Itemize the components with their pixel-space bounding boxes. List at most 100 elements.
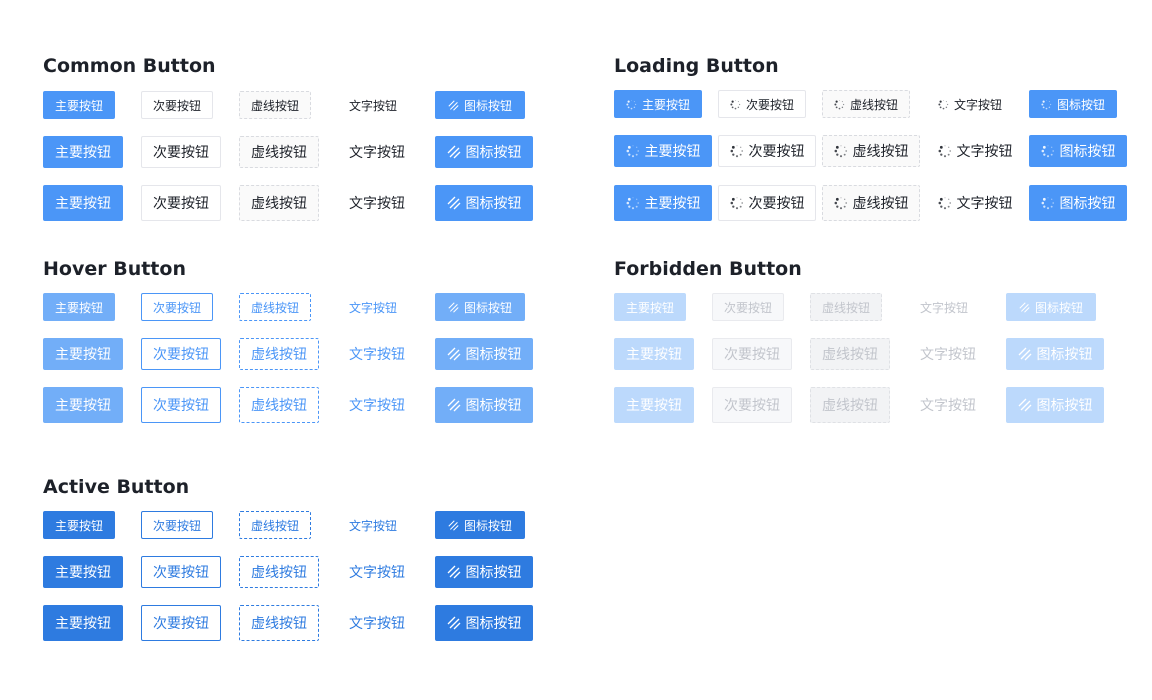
button-label: 文字按钮	[348, 518, 397, 533]
button-label: 文字按钮	[349, 196, 405, 212]
button-label: 次要按钮	[152, 518, 201, 533]
button-label: 文字按钮	[920, 398, 976, 414]
hover-text-button-m[interactable]: 文字按钮	[337, 338, 417, 370]
hover-secondary-button-s[interactable]: 次要按钮	[141, 293, 213, 321]
forbidden-secondary-button-l[interactable]: 次要按钮	[712, 387, 792, 423]
button-label: 文字按钮	[920, 347, 976, 363]
loading-icon-button-l[interactable]: 图标按钮	[1029, 185, 1127, 221]
forbidden-dashed-button-m[interactable]: 虚线按钮	[810, 338, 890, 370]
hover-icon-button-m[interactable]: 图标按钮	[435, 338, 533, 370]
hover-icon-button-s[interactable]: 图标按钮	[435, 293, 525, 321]
common-secondary-button-s[interactable]: 次要按钮	[141, 91, 213, 119]
forbidden-icon-button-m[interactable]: 图标按钮	[1006, 338, 1104, 370]
common-dashed-button-s[interactable]: 虚线按钮	[239, 91, 311, 119]
hover-primary-button-m[interactable]: 主要按钮	[43, 338, 123, 370]
hover-secondary-button-l[interactable]: 次要按钮	[141, 387, 221, 423]
active-icon-button-s[interactable]: 图标按钮	[435, 511, 525, 539]
forbidden-primary-button-m[interactable]: 主要按钮	[614, 338, 694, 370]
common-icon-button-l[interactable]: 图标按钮	[435, 185, 533, 221]
stripes-icon	[447, 145, 461, 159]
button-label: 文字按钮	[348, 98, 397, 113]
forbidden-primary-button-l[interactable]: 主要按钮	[614, 387, 694, 423]
active-dashed-button-l[interactable]: 虚线按钮	[239, 605, 319, 641]
active-dashed-button-s[interactable]: 虚线按钮	[239, 511, 311, 539]
common-text-button-s[interactable]: 文字按钮	[337, 91, 409, 119]
hover-icon-button-l[interactable]: 图标按钮	[435, 387, 533, 423]
forbidden-icon-button-l[interactable]: 图标按钮	[1006, 387, 1104, 423]
common-dashed-button-l[interactable]: 虚线按钮	[239, 185, 319, 221]
hover-primary-button-s[interactable]: 主要按钮	[43, 293, 115, 321]
loading-text-button-l[interactable]: 文字按钮	[926, 185, 1024, 221]
forbidden-primary-button-s[interactable]: 主要按钮	[614, 293, 686, 321]
common-text-button-m[interactable]: 文字按钮	[337, 136, 417, 168]
common-primary-button-m[interactable]: 主要按钮	[43, 136, 123, 168]
loading-icon-button-s[interactable]: 图标按钮	[1029, 90, 1117, 118]
active-primary-button-l[interactable]: 主要按钮	[43, 605, 123, 641]
active-icon-button-l[interactable]: 图标按钮	[435, 605, 533, 641]
hover-secondary-button-m[interactable]: 次要按钮	[141, 338, 221, 370]
hover-primary-button-l[interactable]: 主要按钮	[43, 387, 123, 423]
button-label: 文字按钮	[348, 300, 397, 315]
button-label: 虚线按钮	[251, 347, 307, 363]
common-secondary-button-m[interactable]: 次要按钮	[141, 136, 221, 168]
hover-dashed-button-m[interactable]: 虚线按钮	[239, 338, 319, 370]
button-label: 图标按钮	[463, 300, 512, 315]
common-dashed-button-m[interactable]: 虚线按钮	[239, 136, 319, 168]
button-label: 主要按钮	[644, 196, 701, 212]
loading-dashed-button-l[interactable]: 虚线按钮	[822, 185, 920, 221]
button-label: 虚线按钮	[251, 398, 307, 414]
button-label: 虚线按钮	[852, 196, 909, 212]
common-icon-button-s[interactable]: 图标按钮	[435, 91, 525, 119]
hover-dashed-button-l[interactable]: 虚线按钮	[239, 387, 319, 423]
button-label: 文字按钮	[919, 300, 968, 315]
active-text-button-l[interactable]: 文字按钮	[337, 605, 417, 641]
hover-text-button-l[interactable]: 文字按钮	[337, 387, 417, 423]
button-label: 虚线按钮	[250, 518, 299, 533]
loading-primary-button-m[interactable]: 主要按钮	[614, 135, 712, 167]
forbidden-text-button-s[interactable]: 文字按钮	[908, 293, 980, 321]
loading-primary-button-l[interactable]: 主要按钮	[614, 185, 712, 221]
active-text-button-m[interactable]: 文字按钮	[337, 556, 417, 588]
active-primary-button-m[interactable]: 主要按钮	[43, 556, 123, 588]
active-text-button-s[interactable]: 文字按钮	[337, 511, 409, 539]
loading-spinner-icon	[730, 99, 741, 110]
common-primary-button-s[interactable]: 主要按钮	[43, 91, 115, 119]
forbidden-dashed-button-s[interactable]: 虚线按钮	[810, 293, 882, 321]
button-label: 主要按钮	[55, 347, 111, 363]
loading-primary-button-s[interactable]: 主要按钮	[614, 90, 702, 118]
active-primary-button-s[interactable]: 主要按钮	[43, 511, 115, 539]
loading-text-button-s[interactable]: 文字按钮	[926, 90, 1014, 118]
common-secondary-button-l[interactable]: 次要按钮	[141, 185, 221, 221]
loading-dashed-button-s[interactable]: 虚线按钮	[822, 90, 910, 118]
active-secondary-button-m[interactable]: 次要按钮	[141, 556, 221, 588]
active-dashed-button-m[interactable]: 虚线按钮	[239, 556, 319, 588]
forbidden-icon-button-s[interactable]: 图标按钮	[1006, 293, 1096, 321]
active-icon-button-m[interactable]: 图标按钮	[435, 556, 533, 588]
loading-secondary-button-m[interactable]: 次要按钮	[718, 135, 816, 167]
button-label: 虚线按钮	[251, 565, 307, 581]
active-secondary-button-l[interactable]: 次要按钮	[141, 605, 221, 641]
loading-secondary-button-s[interactable]: 次要按钮	[718, 90, 806, 118]
forbidden-secondary-button-s[interactable]: 次要按钮	[712, 293, 784, 321]
forbidden-text-button-m[interactable]: 文字按钮	[908, 338, 988, 370]
button-label: 图标按钮	[1056, 97, 1105, 112]
button-label: 文字按钮	[953, 97, 1002, 112]
common-text-button-l[interactable]: 文字按钮	[337, 185, 417, 221]
loading-dashed-button-m[interactable]: 虚线按钮	[822, 135, 920, 167]
forbidden-secondary-button-m[interactable]: 次要按钮	[712, 338, 792, 370]
section-title-active: Active Button	[43, 476, 190, 498]
forbidden-text-button-l[interactable]: 文字按钮	[908, 387, 988, 423]
hover-text-button-s[interactable]: 文字按钮	[337, 293, 409, 321]
loading-icon-button-m[interactable]: 图标按钮	[1029, 135, 1127, 167]
forbidden-dashed-button-l[interactable]: 虚线按钮	[810, 387, 890, 423]
loading-text-button-m[interactable]: 文字按钮	[926, 135, 1024, 167]
common-primary-button-l[interactable]: 主要按钮	[43, 185, 123, 221]
common-icon-button-m[interactable]: 图标按钮	[435, 136, 533, 168]
section-title-loading: Loading Button	[614, 55, 779, 77]
loading-secondary-button-l[interactable]: 次要按钮	[718, 185, 816, 221]
button-label: 主要按钮	[625, 300, 674, 315]
stripes-icon	[1018, 347, 1032, 361]
active-secondary-button-s[interactable]: 次要按钮	[141, 511, 213, 539]
hover-dashed-button-s[interactable]: 虚线按钮	[239, 293, 311, 321]
section-title-hover: Hover Button	[43, 258, 186, 280]
